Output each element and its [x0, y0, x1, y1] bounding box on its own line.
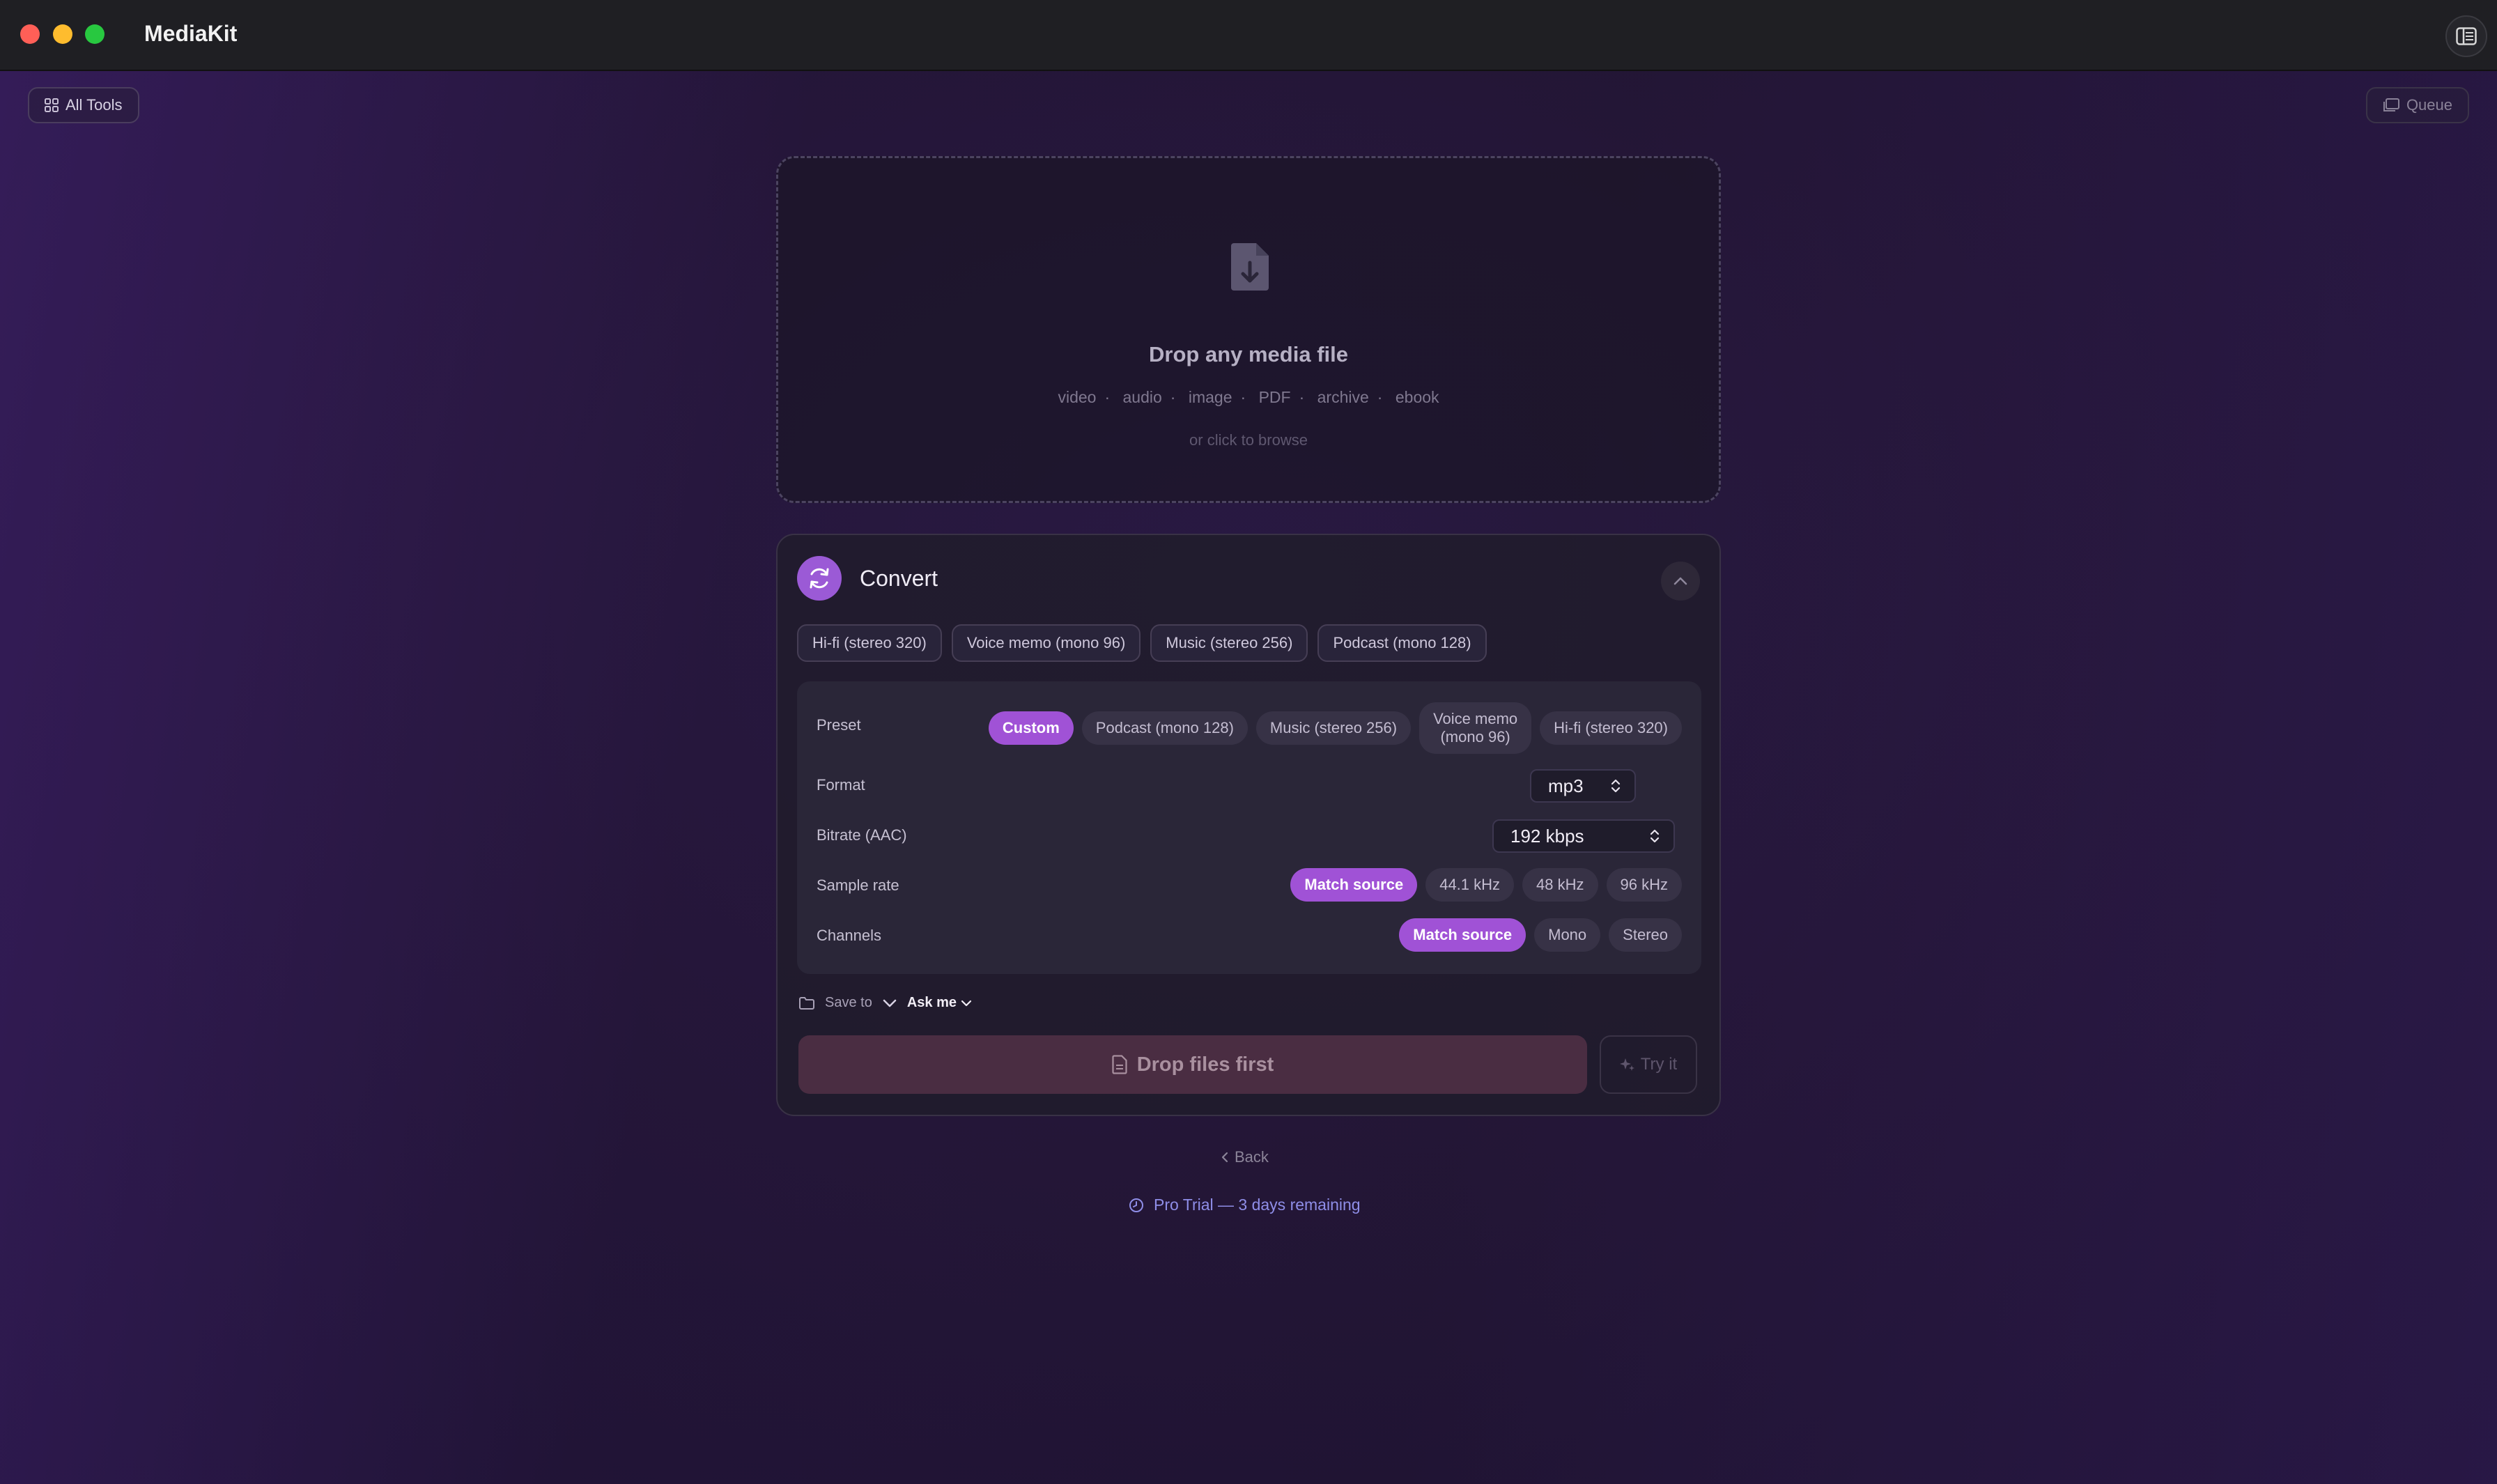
- file-type: video: [1058, 388, 1097, 406]
- file-type: ebook: [1395, 388, 1439, 406]
- preset-option-line: (mono 96): [1440, 728, 1510, 745]
- convert-action-button[interactable]: Drop files first: [798, 1035, 1587, 1094]
- preset-option-music[interactable]: Music (stereo 256): [1255, 711, 1412, 745]
- separator: ·: [1377, 388, 1383, 406]
- updown-chevron-icon: [1650, 829, 1660, 843]
- file-type: PDF: [1258, 388, 1291, 406]
- file-download-icon: [1231, 243, 1269, 291]
- channels-mono[interactable]: Mono: [1534, 918, 1601, 952]
- queue-label: Queue: [2406, 96, 2452, 114]
- folder-icon: [799, 996, 814, 1010]
- try-it-label: Try it: [1640, 1055, 1678, 1074]
- chevron-down-icon: [961, 1000, 972, 1006]
- save-to-row: Save to Ask me: [798, 995, 972, 1011]
- preset-options: Custom Podcast (mono 128) Music (stereo …: [988, 702, 1682, 754]
- file-type: archive: [1317, 388, 1369, 406]
- back-label: Back: [1235, 1148, 1269, 1166]
- save-location-dropdown[interactable]: Ask me: [907, 995, 972, 1011]
- bitrate-select[interactable]: 192 kbps: [1492, 819, 1675, 853]
- preset-option-hifi[interactable]: Hi-fi (stereo 320): [1540, 711, 1682, 745]
- sidebar-icon: [2456, 27, 2477, 45]
- file-type: image: [1188, 388, 1232, 406]
- title-bar: MediaKit: [0, 0, 2497, 71]
- format-value: mp3: [1548, 775, 1584, 796]
- bitrate-value: 192 kbps: [1510, 825, 1584, 847]
- channels-stereo[interactable]: Stereo: [1609, 918, 1682, 952]
- refresh-icon: [810, 568, 829, 589]
- back-link[interactable]: Back: [1221, 1148, 1269, 1166]
- file-types-list: video · audio · image · PDF · archive · ebook: [778, 388, 1719, 407]
- separator: ·: [1299, 388, 1305, 406]
- sidebar-toggle-button[interactable]: [2445, 15, 2487, 57]
- grid-icon: [45, 98, 59, 112]
- queue-button[interactable]: Queue: [2365, 87, 2469, 123]
- bitrate-label: Bitrate (AAC): [817, 826, 907, 844]
- convert-title: Convert: [860, 566, 938, 591]
- try-it-button[interactable]: Try it: [1600, 1035, 1697, 1094]
- save-to-label: Save to: [825, 995, 872, 1010]
- preset-option-custom[interactable]: Custom: [988, 711, 1074, 745]
- separator: ·: [1240, 388, 1246, 406]
- preset-option-voice-memo[interactable]: Voice memo (mono 96): [1419, 702, 1532, 754]
- preset-label: Preset: [817, 716, 861, 734]
- convert-panel: Convert Hi-fi (stereo 320) Voice memo (m…: [776, 534, 1721, 1116]
- trial-text: Pro Trial — 3 days remaining: [1154, 1196, 1361, 1214]
- channels-label: Channels: [817, 927, 881, 944]
- channels-match-source[interactable]: Match source: [1399, 918, 1526, 952]
- sample-rate-label: Sample rate: [817, 876, 899, 894]
- settings-box: Preset Custom Podcast (mono 128) Music (…: [797, 681, 1701, 974]
- pro-trial-link[interactable]: Pro Trial — 3 days remaining: [1129, 1196, 1361, 1214]
- channels-options: Match source Mono Stereo: [1399, 918, 1682, 952]
- queue-icon: [2383, 98, 2399, 111]
- convert-icon: [797, 556, 842, 601]
- close-window-button[interactable]: [20, 24, 40, 44]
- chevron-up-icon: [1673, 577, 1687, 585]
- separator: ·: [1170, 388, 1176, 406]
- file-icon: [1112, 1055, 1127, 1074]
- file-type: audio: [1122, 388, 1162, 406]
- all-tools-button[interactable]: All Tools: [28, 87, 139, 123]
- sparkle-icon: [1619, 1058, 1634, 1071]
- quick-preset-hifi[interactable]: Hi-fi (stereo 320): [797, 624, 942, 662]
- collapse-button[interactable]: [1661, 562, 1700, 601]
- all-tools-label: All Tools: [65, 96, 123, 114]
- browse-hint[interactable]: or click to browse: [778, 431, 1719, 449]
- file-drop-zone[interactable]: Drop any media file video · audio · image ·…: [776, 156, 1721, 503]
- sample-rate-96[interactable]: 96 kHz: [1606, 868, 1682, 902]
- format-select[interactable]: mp3: [1530, 769, 1636, 803]
- clock-icon: [1129, 1198, 1143, 1212]
- chevron-down-icon[interactable]: [882, 998, 897, 1008]
- format-label: Format: [817, 776, 865, 794]
- convert-action-label: Drop files first: [1136, 1053, 1274, 1076]
- separator: ·: [1104, 388, 1111, 406]
- drop-zone-title: Drop any media file: [1149, 342, 1348, 366]
- quick-presets: Hi-fi (stereo 320) Voice memo (mono 96) …: [797, 624, 1487, 662]
- preset-option-line: Voice memo: [1433, 710, 1518, 727]
- minimize-window-button[interactable]: [53, 24, 72, 44]
- app-title: MediaKit: [144, 21, 238, 46]
- sample-rate-match-source[interactable]: Match source: [1290, 868, 1418, 902]
- sample-rate-48[interactable]: 48 kHz: [1522, 868, 1598, 902]
- preset-option-podcast[interactable]: Podcast (mono 128): [1081, 711, 1248, 745]
- updown-chevron-icon: [1611, 779, 1621, 793]
- save-location-value: Ask me: [906, 995, 957, 1010]
- quick-preset-music[interactable]: Music (stereo 256): [1150, 624, 1308, 662]
- sample-rate-options: Match source 44.1 kHz 48 kHz 96 kHz: [1290, 868, 1682, 902]
- chevron-left-icon: [1221, 1152, 1228, 1163]
- sample-rate-44-1[interactable]: 44.1 kHz: [1425, 868, 1515, 902]
- zoom-window-button[interactable]: [85, 24, 105, 44]
- quick-preset-podcast[interactable]: Podcast (mono 128): [1317, 624, 1487, 662]
- quick-preset-voice-memo[interactable]: Voice memo (mono 96): [951, 624, 1141, 662]
